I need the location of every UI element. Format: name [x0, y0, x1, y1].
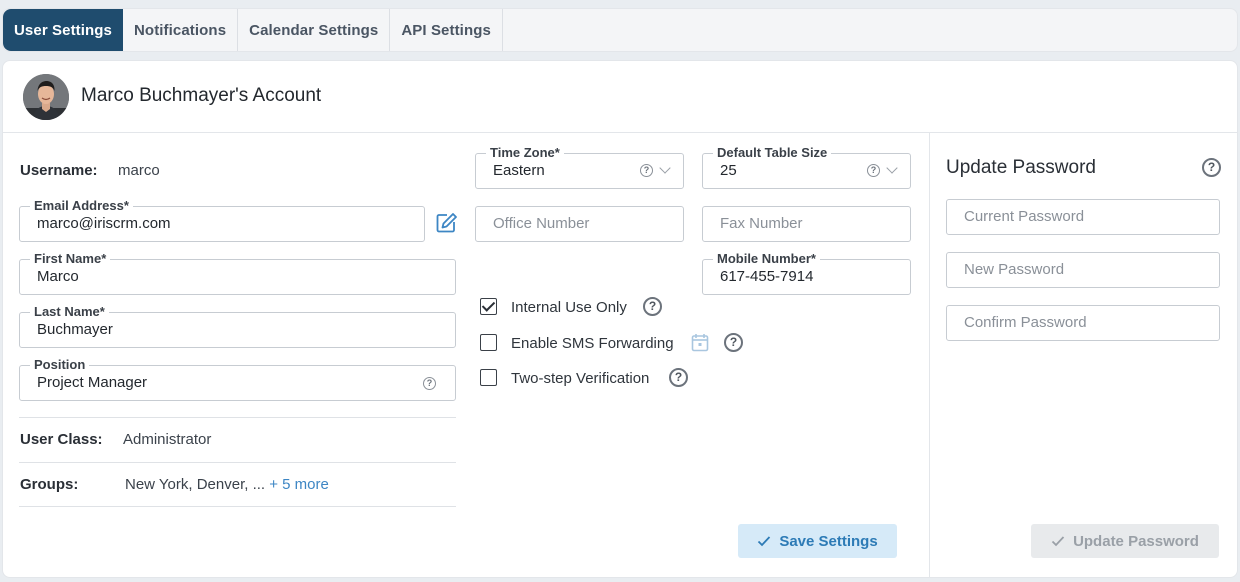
table-size-help-icon[interactable]: ?: [867, 164, 880, 177]
account-title: Marco Buchmayer's Account: [81, 85, 322, 106]
fax-number-placeholder: Fax Number: [720, 215, 803, 232]
time-zone-label: Time Zone*: [486, 145, 564, 160]
sms-forwarding-label[interactable]: Enable SMS Forwarding: [511, 335, 674, 352]
tab-api-settings[interactable]: API Settings: [390, 9, 503, 51]
settings-tabbar: User Settings Notifications Calendar Set…: [2, 8, 1238, 52]
groups-label: Groups:: [20, 476, 79, 493]
groups-value: New York, Denver, ... + 5 more: [125, 476, 329, 493]
position-help-icon[interactable]: ?: [423, 377, 436, 390]
avatar: [23, 74, 69, 120]
last-name-field[interactable]: Last Name* Buchmayer: [19, 304, 456, 348]
groups-more-link[interactable]: + 5 more: [269, 476, 329, 493]
email-field-value: marco@iriscrm.com: [37, 215, 171, 232]
mobile-number-value: 617-455-7914: [720, 268, 814, 285]
account-header: Marco Buchmayer's Account: [3, 61, 1237, 133]
mobile-number-label: Mobile Number*: [713, 251, 820, 266]
internal-use-label[interactable]: Internal Use Only: [511, 299, 627, 316]
table-size-select[interactable]: Default Table Size 25 ?: [702, 145, 911, 189]
current-password-input[interactable]: Current Password: [946, 199, 1220, 235]
office-number-input[interactable]: Office Number: [475, 206, 684, 242]
email-field-label: Email Address*: [30, 198, 133, 213]
username-value: marco: [118, 162, 160, 179]
check-icon: [758, 536, 771, 547]
password-section-divider: [929, 133, 930, 577]
mobile-number-input[interactable]: Mobile Number* 617-455-7914: [702, 251, 911, 295]
divider: [19, 506, 456, 507]
two-step-help-icon[interactable]: ?: [669, 368, 688, 387]
sms-forwarding-checkbox[interactable]: [480, 334, 497, 351]
last-name-value: Buchmayer: [37, 321, 113, 338]
save-settings-label: Save Settings: [779, 532, 878, 550]
chevron-down-icon[interactable]: [886, 162, 898, 174]
two-step-checkbox[interactable]: [480, 369, 497, 386]
tab-calendar-settings[interactable]: Calendar Settings: [238, 9, 391, 51]
office-number-placeholder: Office Number: [493, 215, 590, 232]
time-zone-value: Eastern: [493, 162, 545, 179]
confirm-password-input[interactable]: Confirm Password: [946, 305, 1220, 341]
first-name-label: First Name*: [30, 251, 111, 266]
new-password-input[interactable]: New Password: [946, 252, 1220, 288]
chevron-down-icon[interactable]: [659, 162, 671, 174]
position-label: Position: [30, 357, 90, 372]
username-label: Username:: [20, 162, 98, 179]
calendar-icon[interactable]: [691, 333, 709, 352]
check-icon: [1051, 536, 1065, 547]
save-settings-button[interactable]: Save Settings: [738, 524, 897, 558]
groups-list: New York, Denver, ...: [125, 476, 266, 493]
update-password-button[interactable]: Update Password: [1031, 524, 1219, 558]
position-value: Project Manager: [37, 374, 148, 391]
two-step-label[interactable]: Two-step Verification: [511, 370, 649, 387]
email-field[interactable]: Email Address* marco@iriscrm.com: [19, 198, 425, 242]
current-password-placeholder: Current Password: [964, 208, 1085, 225]
position-field[interactable]: Position Project Manager ?: [19, 357, 456, 401]
user-class-value: Administrator: [123, 431, 212, 448]
new-password-placeholder: New Password: [964, 261, 1065, 278]
last-name-label: Last Name*: [30, 304, 109, 319]
table-size-label: Default Table Size: [713, 145, 832, 160]
divider: [19, 417, 456, 418]
sms-forwarding-help-icon[interactable]: ?: [724, 333, 743, 352]
time-zone-select[interactable]: Time Zone* Eastern ?: [475, 145, 684, 189]
first-name-field[interactable]: First Name* Marco: [19, 251, 456, 295]
tab-user-settings[interactable]: User Settings: [3, 9, 123, 51]
internal-use-help-icon[interactable]: ?: [643, 297, 662, 316]
edit-email-icon[interactable]: [435, 212, 457, 234]
update-password-title: Update Password: [946, 157, 1096, 178]
avatar-image: [23, 74, 69, 120]
fax-number-input[interactable]: Fax Number: [702, 206, 911, 242]
time-zone-help-icon[interactable]: ?: [640, 164, 653, 177]
internal-use-checkbox[interactable]: [480, 298, 497, 315]
first-name-value: Marco: [37, 268, 79, 285]
divider: [19, 462, 456, 463]
password-help-icon[interactable]: ?: [1202, 158, 1221, 177]
table-size-value: 25: [720, 162, 737, 179]
tab-notifications[interactable]: Notifications: [123, 9, 239, 51]
confirm-password-placeholder: Confirm Password: [964, 314, 1087, 331]
update-password-label: Update Password: [1073, 532, 1199, 550]
user-class-label: User Class:: [20, 431, 103, 448]
